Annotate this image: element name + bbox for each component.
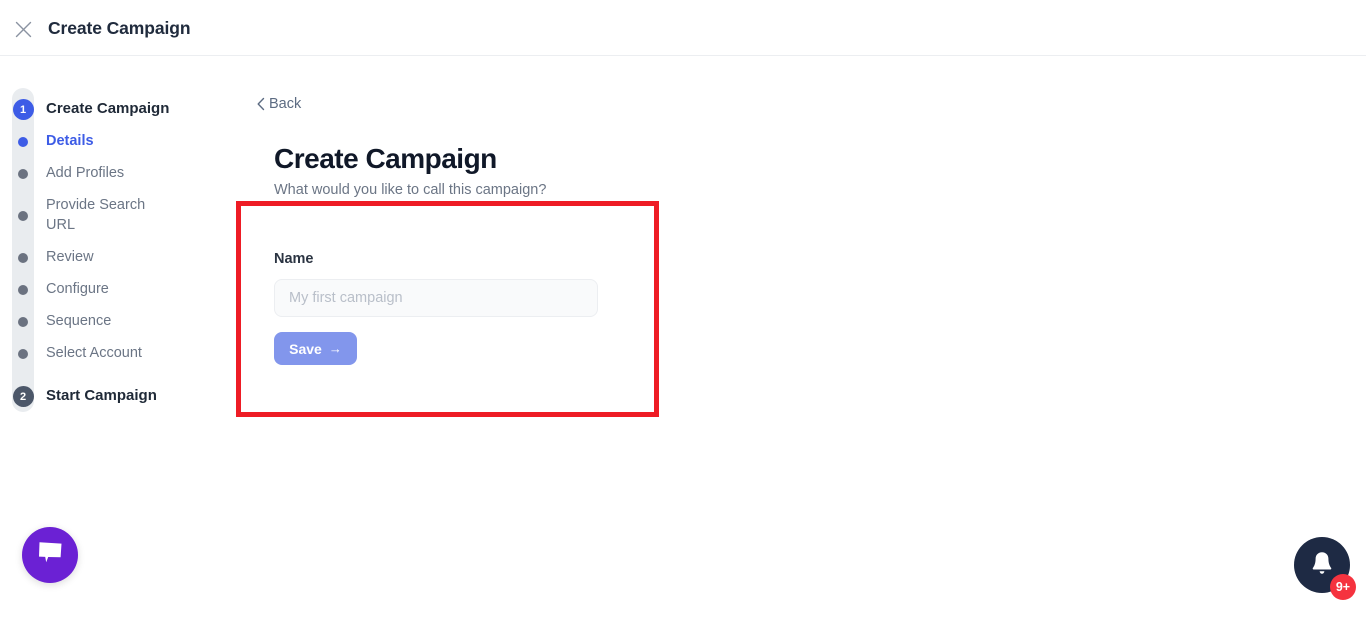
sidebar-item-configure[interactable]: Configure [0,278,109,299]
step-label: Configure [46,281,109,297]
step-marker [0,342,46,359]
create-campaign-page: Create Campaign 1 Create Campaign Detail… [0,0,1366,623]
sidebar-item-provide-search-url[interactable]: Provide Search URL [0,194,146,235]
step-label: Add Profiles [46,165,125,181]
campaign-name-input[interactable] [274,279,598,317]
step-label: Sequence [46,313,112,329]
chat-bubble-icon [38,541,63,569]
step-number-badge: 2 [12,386,34,407]
chat-launcher-button[interactable] [22,527,78,583]
step-dot-icon [18,137,28,147]
step-badge-2: 2 [0,385,46,407]
step-dot-icon [18,211,28,221]
step-label: Create Campaign [46,100,170,117]
back-label: Back [269,96,302,112]
step-label: Start Campaign [46,387,157,404]
page-title: Create Campaign [48,18,191,38]
step-label: Provide Search URL [46,197,146,233]
step-dot-icon [18,349,28,359]
horizontal-scrollbar-track[interactable] [0,612,1366,623]
sidebar-item-add-profiles[interactable]: Add Profiles [0,162,124,183]
step-label: Select Account [46,345,142,361]
notification-count-badge: 9+ [1330,574,1356,600]
step-dot-icon [18,285,28,295]
step-dot-icon [18,253,28,263]
step-marker [0,310,46,327]
name-field-label: Name [274,251,314,267]
step-marker [0,130,46,147]
step-marker [0,278,46,295]
sidebar-item-start-campaign[interactable]: 2 Start Campaign [0,385,157,407]
step-marker [0,246,46,263]
page-header: Create Campaign [0,0,1366,56]
step-badge-1: 1 [0,98,46,120]
sidebar-item-select-account[interactable]: Select Account [0,342,142,363]
sidebar-item-create-campaign[interactable]: 1 Create Campaign [0,98,169,120]
bell-icon [1310,550,1334,581]
step-label: Review [46,249,94,265]
content-title: Create Campaign [274,143,497,174]
step-dot-icon [18,317,28,327]
save-label: Save [289,340,322,357]
back-button[interactable]: Back [256,96,301,112]
step-dot-icon [18,169,28,179]
content-subtitle: What would you like to call this campaig… [274,182,547,198]
arrow-right-icon: → [328,341,342,356]
step-marker [0,194,46,221]
sidebar-item-review[interactable]: Review [0,246,94,267]
chevron-left-icon [256,97,266,111]
save-button[interactable]: Save → [274,332,357,365]
close-icon[interactable] [10,16,36,42]
sidebar-item-sequence[interactable]: Sequence [0,310,111,331]
sidebar-item-details[interactable]: Details [0,130,94,151]
step-number-badge: 1 [12,99,34,120]
step-marker [0,162,46,179]
step-label: Details [46,133,94,149]
